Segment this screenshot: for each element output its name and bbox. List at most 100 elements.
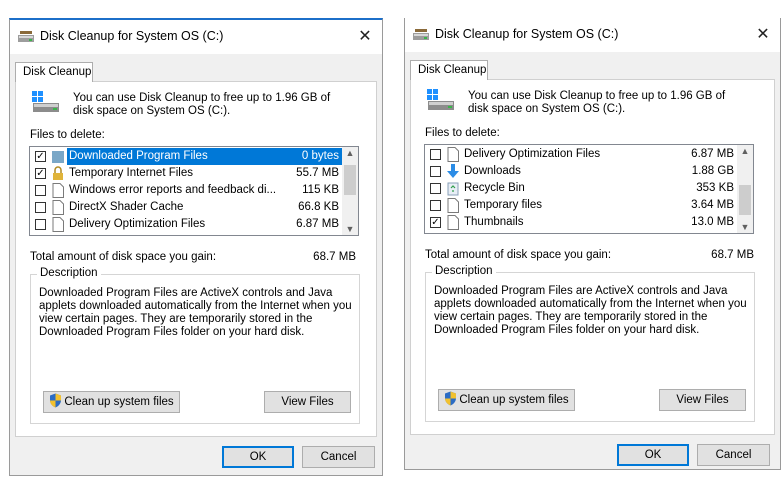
list-item[interactable]: ✓ Downloaded Program Files 0 bytes [30, 148, 343, 165]
download-arrow-icon [447, 164, 459, 178]
file-name: DirectX Shader Cache [69, 201, 184, 213]
window-title: Disk Cleanup for System OS (C:) [435, 27, 619, 41]
cancel-button[interactable]: Cancel [697, 444, 770, 466]
tab-disk-cleanup[interactable]: Disk Cleanup [15, 62, 93, 82]
file-icon [52, 217, 64, 232]
description-text: Downloaded Program Files are ActiveX con… [434, 285, 747, 336]
checkbox[interactable]: ✓ [35, 168, 46, 179]
list-item[interactable]: Windows error reports and feedback di...… [30, 182, 343, 199]
list-item[interactable]: Delivery Optimization Files 6.87 MB [30, 216, 343, 233]
window-title: Disk Cleanup for System OS (C:) [40, 29, 224, 43]
checkbox[interactable] [430, 200, 441, 211]
clean-up-system-files-button[interactable]: Clean up system files [438, 389, 575, 411]
file-name: Recycle Bin [464, 182, 525, 194]
list-item[interactable]: Temporary files 3.64 MB [425, 197, 738, 214]
ok-button[interactable]: OK [617, 444, 689, 466]
disk-cleanup-app-icon [18, 31, 34, 42]
disk-cleanup-app-icon [413, 29, 429, 40]
file-name: Thumbnails [464, 216, 524, 228]
intro-text: You can use Disk Cleanup to free up to 1… [468, 90, 726, 115]
file-size: 66.8 KB [298, 201, 339, 213]
file-size: 1.88 GB [691, 165, 734, 177]
scroll-up-icon[interactable]: ▲ [342, 148, 358, 158]
files-to-delete-label: Files to delete: [425, 127, 500, 139]
file-name: Downloads [464, 165, 521, 177]
tab-panel: You can use Disk Cleanup to free up to 1… [15, 81, 377, 437]
disk-cleanup-dialog-right: Disk Cleanup for System OS (C:) ✕ Disk C… [404, 18, 781, 470]
files-list[interactable]: Delivery Optimization Files 6.87 MB Down… [424, 144, 754, 234]
checkbox[interactable]: ✓ [35, 151, 46, 162]
cancel-button[interactable]: Cancel [302, 446, 375, 468]
checkbox[interactable] [35, 202, 46, 213]
checkbox[interactable]: ✓ [430, 217, 441, 228]
vertical-scrollbar[interactable]: ▲ ▼ [342, 147, 358, 235]
total-space-value: 68.7 MB [711, 249, 754, 261]
file-icon [447, 147, 459, 162]
checkbox[interactable] [430, 183, 441, 194]
view-files-button[interactable]: View Files [264, 391, 351, 413]
file-icon [447, 215, 459, 230]
title-bar: Disk Cleanup for System OS (C:) ✕ [405, 18, 780, 52]
description-legend: Description [37, 267, 101, 279]
lock-icon [53, 166, 63, 180]
file-name: Delivery Optimization Files [69, 218, 206, 230]
file-icon [447, 198, 459, 213]
file-name: Temporary Internet Files [69, 167, 193, 179]
list-item[interactable]: Delivery Optimization Files 6.87 MB [425, 146, 738, 163]
clean-up-system-files-label: Clean up system files [64, 396, 174, 408]
file-name: Downloaded Program Files [69, 150, 208, 162]
checkbox[interactable] [430, 166, 441, 177]
folder-icon [52, 151, 64, 163]
clean-up-system-files-label: Clean up system files [459, 394, 569, 406]
vertical-scrollbar[interactable]: ▲ ▼ [737, 145, 753, 233]
tab-disk-cleanup[interactable]: Disk Cleanup [410, 60, 488, 80]
file-size: 353 KB [696, 182, 734, 194]
scroll-thumb[interactable] [344, 165, 356, 195]
list-item[interactable]: Downloads 1.88 GB [425, 163, 738, 180]
drive-icon [427, 89, 454, 110]
checkbox[interactable] [430, 149, 441, 160]
file-size: 6.87 MB [691, 148, 734, 160]
scroll-down-icon[interactable]: ▼ [737, 222, 753, 232]
list-item[interactable]: DirectX Shader Cache 66.8 KB [30, 199, 343, 216]
dialog-body: Disk Cleanup You can use Disk Cleanup to… [405, 52, 780, 469]
description-group: Description Downloaded Program Files are… [30, 267, 360, 424]
scroll-down-icon[interactable]: ▼ [342, 224, 358, 234]
total-space-value: 68.7 MB [313, 251, 356, 263]
scroll-up-icon[interactable]: ▲ [737, 146, 753, 156]
file-name: Temporary files [464, 199, 542, 211]
scroll-thumb[interactable] [739, 185, 751, 215]
file-size: 6.87 MB [296, 218, 339, 230]
intro-text: You can use Disk Cleanup to free up to 1… [73, 92, 331, 117]
file-name: Delivery Optimization Files [464, 148, 601, 160]
total-space-label: Total amount of disk space you gain: [30, 251, 217, 263]
file-size: 115 KB [302, 184, 339, 196]
drive-icon [32, 91, 59, 112]
shield-icon [50, 393, 62, 408]
disk-cleanup-dialog-left: Disk Cleanup for System OS (C:) ✕ Disk C… [9, 18, 383, 476]
title-bar: Disk Cleanup for System OS (C:) ✕ [10, 20, 382, 54]
view-files-button[interactable]: View Files [659, 389, 746, 411]
dialog-body: Disk Cleanup You can use Disk Cleanup to… [10, 54, 382, 475]
file-name: Windows error reports and feedback di... [69, 184, 277, 196]
files-list[interactable]: ✓ Downloaded Program Files 0 bytes ✓ Tem… [29, 146, 359, 236]
file-size: 3.64 MB [691, 199, 734, 211]
files-to-delete-label: Files to delete: [30, 129, 105, 141]
description-legend: Description [432, 265, 496, 277]
checkbox[interactable] [35, 185, 46, 196]
list-item[interactable]: ✓ Thumbnails 13.0 MB [425, 214, 738, 231]
description-text: Downloaded Program Files are ActiveX con… [39, 287, 352, 338]
recycle-bin-icon [447, 182, 459, 196]
file-icon [52, 183, 64, 198]
ok-button[interactable]: OK [222, 446, 294, 468]
close-icon[interactable]: ✕ [754, 24, 772, 44]
file-size: 55.7 MB [296, 167, 339, 179]
list-item[interactable]: ✓ Temporary Internet Files 55.7 MB [30, 165, 343, 182]
total-space-label: Total amount of disk space you gain: [425, 249, 612, 261]
clean-up-system-files-button[interactable]: Clean up system files [43, 391, 180, 413]
checkbox[interactable] [35, 219, 46, 230]
file-icon [52, 200, 64, 215]
list-item[interactable]: Recycle Bin 353 KB [425, 180, 738, 197]
file-size: 0 bytes [301, 150, 339, 162]
close-icon[interactable]: ✕ [356, 26, 374, 46]
